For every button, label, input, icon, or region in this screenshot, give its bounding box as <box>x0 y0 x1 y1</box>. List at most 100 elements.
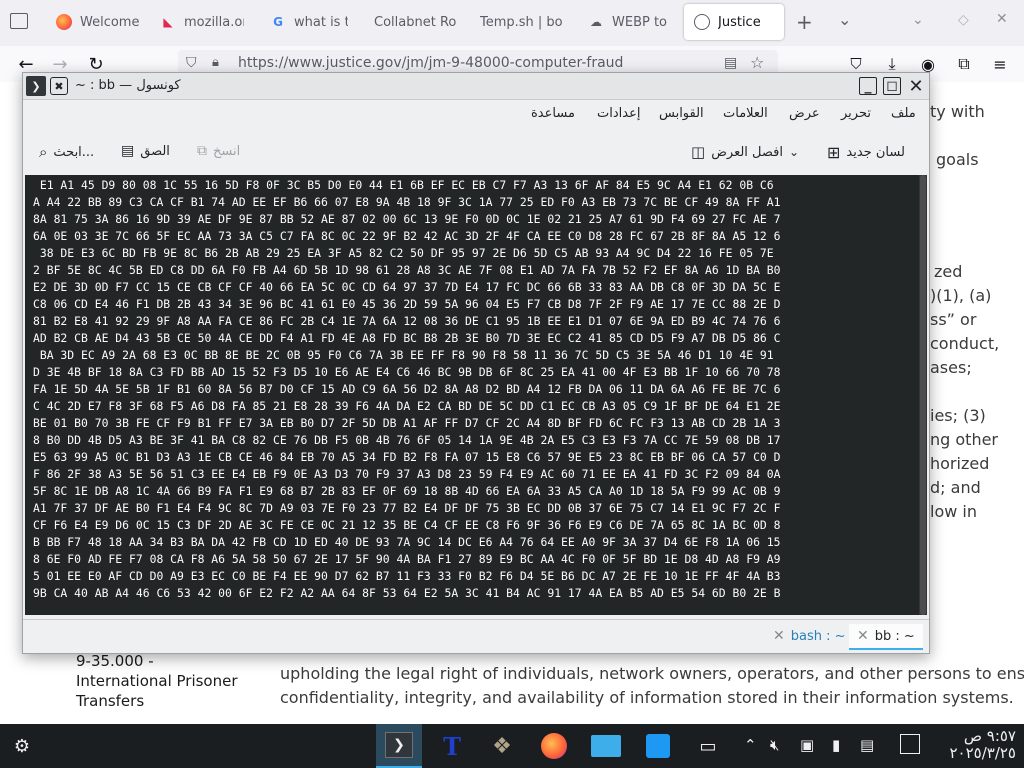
paragraph-line: upholding the legal right of individuals… <box>280 664 1024 683</box>
copy-button[interactable]: ⧉ انسخ <box>197 143 240 159</box>
taskbar-firefox-icon[interactable] <box>536 728 572 764</box>
page-text-fragment: low in <box>930 502 977 521</box>
menu-help[interactable]: مساعدة <box>531 106 575 121</box>
page-text-fragment: conduct, <box>930 334 1000 353</box>
page-text-fragment: horized <box>930 454 990 473</box>
new-tab-icon: ⊞ <box>827 143 841 162</box>
find-button[interactable]: ⌕ ابحث... <box>39 143 94 161</box>
firefox-icon <box>541 733 567 759</box>
konsole-tab-bb[interactable]: ✕ bb : ~ <box>849 624 923 650</box>
menu-settings[interactable]: إعدادات <box>597 106 640 121</box>
tab-list-chevron-icon[interactable]: ⌄ <box>838 10 851 29</box>
taskbar: ⚙ ❯ T ❖ ▭ ⌃ 🔇︎ ▣ ▮ ▤ ٩:٥٧ ص ٢٠٢٥/٣/٢٥ <box>0 724 1024 768</box>
tab-temp-sh[interactable]: Temp.sh | bo <box>470 4 574 40</box>
sidebar-link-prisoner-transfers[interactable]: Transfers <box>76 692 144 710</box>
menu-view[interactable]: عرض <box>789 106 820 121</box>
tray-expand-chevron-icon[interactable]: ⌃ <box>744 736 757 754</box>
menu-hamburger-icon[interactable]: ≡ <box>988 52 1012 76</box>
volume-muted-icon[interactable]: 🔇︎ <box>770 736 779 754</box>
close-tab-icon[interactable]: ✕ <box>773 628 785 644</box>
tab-collabnet[interactable]: Collabnet Ro <box>364 4 468 40</box>
konsole-tab-strip: ✕ bash : ~ ✕ bb : ~ <box>23 619 929 652</box>
page-text-fragment: ases; <box>930 358 972 377</box>
folder-icon <box>591 735 621 757</box>
new-tab-plus-icon[interactable]: + <box>796 10 813 34</box>
reader-view-icon[interactable]: ▤ <box>724 55 737 71</box>
konsole-tab-bash[interactable]: ✕ bash : ~ <box>765 624 854 648</box>
browser-tab-bar: Welcome ◣ mozilla.or G what is th Collab… <box>0 0 1024 46</box>
konsole-window: ❯ ✖ ~ : bb — كونسول _ ◻ ✕ ملف تحرير عرض … <box>22 72 930 654</box>
new-tab-button[interactable]: ⊞ لسان جديد <box>827 143 905 162</box>
restore-window-icon[interactable]: ◇ <box>958 12 969 28</box>
url-text[interactable]: https://www.justice.gov/jm/jm-9-48000-co… <box>238 55 623 71</box>
minimize-icon[interactable]: _ <box>859 77 877 95</box>
tab-mozilla[interactable]: ◣ mozilla.or <box>150 4 254 40</box>
menu-plugins[interactable]: القوابس <box>659 106 704 121</box>
page-text-fragment: ss” or <box>930 310 977 329</box>
pin-icon[interactable]: ✖ <box>50 77 68 95</box>
split-view-button[interactable]: ◫ افصل العرض ⌄ <box>691 143 799 161</box>
list-all-tabs-icon[interactable] <box>10 13 28 29</box>
page-text-fragment: d; and <box>930 478 981 497</box>
page-text-fragment: zed <box>934 262 963 281</box>
sidebar-link-prisoner-transfers[interactable]: International Prisoner <box>76 672 238 690</box>
page-text-fragment: ies; (3) <box>930 406 986 425</box>
cloud-icon: ☁ <box>590 15 602 29</box>
paste-button[interactable]: ▤ الصق <box>121 143 170 159</box>
bookmark-star-icon[interactable]: ☆ <box>750 53 764 72</box>
konsole-menu-bar: ملف تحرير عرض العلامات القوابس إعدادات م… <box>23 100 929 128</box>
tab-google[interactable]: G what is th <box>260 4 358 40</box>
battery-icon[interactable]: ▮ <box>832 736 840 754</box>
justice-seal-icon <box>694 14 710 30</box>
digital-clock[interactable]: ٩:٥٧ ص ٢٠٢٥/٣/٢٥ <box>940 728 1016 762</box>
konsole-toolbar: ⊞ لسان جديد ◫ افصل العرض ⌄ ⧉ انسخ ▤ الصق… <box>23 131 929 171</box>
tab-welcome[interactable]: Welcome <box>46 4 150 40</box>
sidebar-link-prisoner-transfers[interactable]: 9-35.000 - <box>76 652 154 670</box>
application-launcher-icon[interactable]: ⚙ <box>4 728 40 764</box>
page-text-fragment: )(1), (a) <box>930 286 992 305</box>
taskbar-texmaker-icon[interactable]: T <box>434 728 470 764</box>
terminal-app-icon: ❯ <box>26 76 46 96</box>
mozilla-icon: ◣ <box>163 15 173 29</box>
maximize-icon[interactable]: ◻ <box>883 77 901 95</box>
tab-webp[interactable]: ☁ WEBP to f <box>578 4 680 40</box>
extensions-icon[interactable]: ⧉ <box>952 52 976 76</box>
copy-icon: ⧉ <box>197 143 207 159</box>
taskbar-gimp-icon[interactable]: ❖ <box>484 728 520 764</box>
clock-time: ٩:٥٧ ص <box>963 727 1016 745</box>
network-icon[interactable]: ▣ <box>800 736 814 754</box>
menu-file[interactable]: ملف <box>891 106 916 121</box>
tab-justice[interactable]: Justice <box>684 4 784 40</box>
terminal-scrollbar[interactable] <box>919 175 927 615</box>
page-text-fragment: ng other <box>930 430 999 449</box>
terminal-output[interactable]: E1 A1 45 D9 80 08 1C 55 16 5D F8 0F 3C B… <box>25 175 927 615</box>
menu-edit[interactable]: تحرير <box>841 106 871 121</box>
split-view-icon: ◫ <box>691 143 706 161</box>
window-title: ~ : bb — كونسول <box>75 78 181 93</box>
clipboard-icon[interactable]: ▤ <box>860 736 874 754</box>
taskbar-discover-icon[interactable] <box>640 728 676 764</box>
terminal-text[interactable]: E1 A1 45 D9 80 08 1C 55 16 5D F8 0F 3C B… <box>25 175 927 602</box>
store-bag-icon <box>646 734 670 758</box>
lock-icon[interactable]: 🔒︎ <box>212 55 219 70</box>
taskbar-virtual-desktop-icon[interactable]: ▭ <box>690 728 726 764</box>
search-icon: ⌕ <box>39 143 48 161</box>
minimize-window-icon[interactable]: ⌄ <box>912 12 924 28</box>
page-text-fragment: ty with <box>930 102 985 121</box>
clock-date: ٢٠٢٥/٣/٢٥ <box>949 744 1016 762</box>
konsole-title-bar[interactable]: ❯ ✖ ~ : bb — كونسول _ ◻ ✕ <box>23 73 929 100</box>
google-icon: G <box>273 15 283 29</box>
terminal-scrollbar-thumb[interactable] <box>920 175 926 615</box>
terminal-icon: ❯ <box>385 732 413 758</box>
show-desktop-icon[interactable] <box>900 734 920 754</box>
paragraph-line: confidentiality, integrity, and availabi… <box>280 688 1014 707</box>
close-window-icon[interactable]: ✕ <box>996 11 1008 27</box>
shield-icon[interactable]: ⛉ <box>186 55 197 71</box>
close-icon[interactable]: ✕ <box>906 76 926 97</box>
close-tab-icon[interactable]: ✕ <box>857 628 869 644</box>
taskbar-konsole-icon[interactable]: ❯ <box>376 724 422 768</box>
menu-bookmarks[interactable]: العلامات <box>723 106 768 121</box>
paste-icon: ▤ <box>121 143 135 159</box>
taskbar-file-manager-icon[interactable] <box>588 728 624 764</box>
firefox-icon <box>56 14 72 30</box>
